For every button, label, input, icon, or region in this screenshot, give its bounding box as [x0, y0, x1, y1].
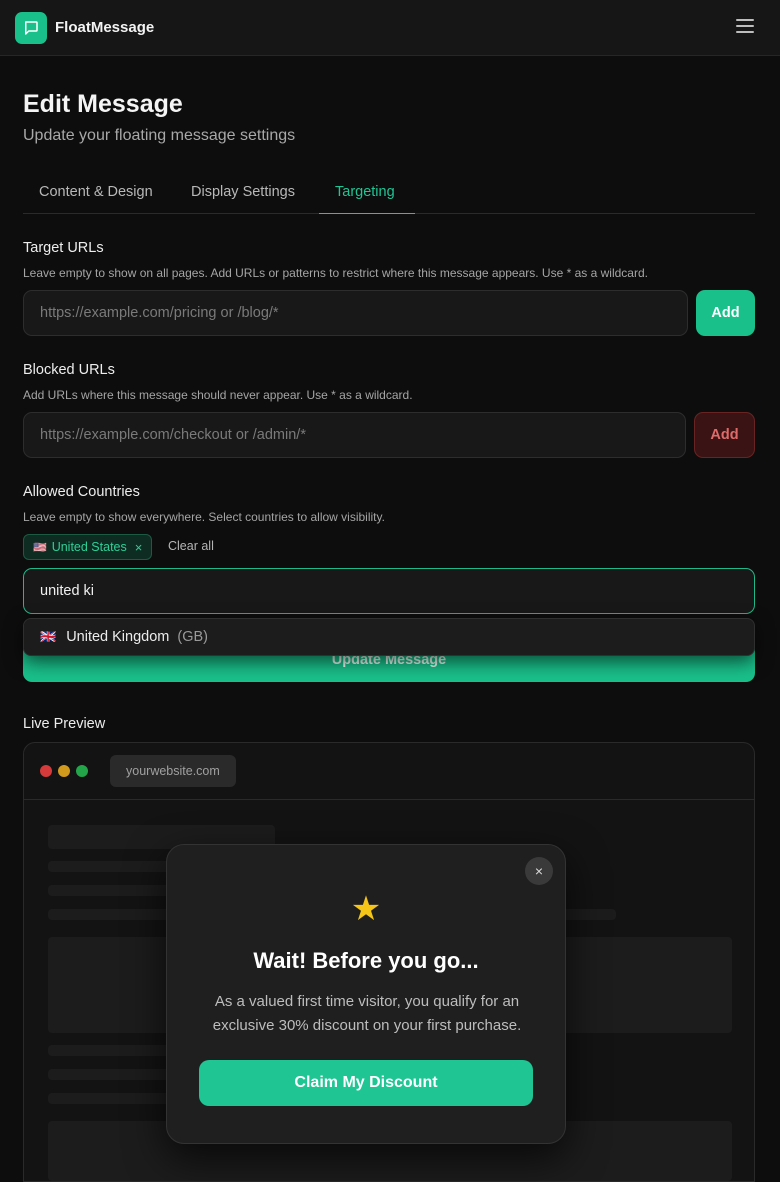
- exit-intent-popup: × ★ Wait! Before you go... As a valued f…: [166, 844, 566, 1144]
- add-target-url-button[interactable]: Add: [696, 290, 755, 336]
- allowed-countries-help: Leave empty to show everywhere. Select c…: [23, 510, 385, 524]
- tab-bar: Content & Design Display Settings Target…: [23, 170, 755, 214]
- url-bar: yourwebsite.com: [110, 755, 236, 787]
- blocked-urls-help: Add URLs where this message should never…: [23, 388, 413, 402]
- tab-content-design[interactable]: Content & Design: [23, 170, 169, 214]
- add-blocked-url-button[interactable]: Add: [694, 412, 755, 458]
- country-chip-label: United States: [51, 540, 127, 554]
- hamburger-menu-icon[interactable]: [736, 19, 754, 35]
- tab-targeting[interactable]: Targeting: [319, 170, 415, 214]
- popup-title: Wait! Before you go...: [253, 948, 479, 973]
- suggestion-code: (GB): [177, 629, 208, 645]
- page-title: Edit Message: [23, 90, 183, 118]
- window-close-dot: [40, 765, 52, 777]
- us-flag-icon: 🇺🇸: [33, 541, 47, 554]
- clear-all-button[interactable]: Clear all: [168, 539, 214, 553]
- window-maximize-dot: [76, 765, 88, 777]
- blocked-urls-label: Blocked URLs: [23, 362, 115, 378]
- country-search-input[interactable]: [23, 568, 755, 614]
- suggestion-name: United Kingdom: [66, 629, 170, 645]
- popup-text: As a valued first time visitor, you qual…: [212, 993, 522, 1034]
- blocked-url-input[interactable]: [23, 412, 686, 458]
- country-chip-united-states: 🇺🇸 United States ×: [23, 534, 153, 560]
- remove-chip-icon[interactable]: ×: [135, 540, 143, 555]
- country-suggestion-united-kingdom[interactable]: 🇬🇧 United Kingdom (GB): [23, 618, 755, 656]
- browser-bar: yourwebsite.com: [24, 743, 754, 800]
- tab-display-settings[interactable]: Display Settings: [175, 170, 311, 214]
- target-url-input[interactable]: [23, 290, 688, 336]
- live-preview-label: Live Preview: [23, 716, 106, 732]
- claim-discount-button[interactable]: Claim My Discount: [199, 1060, 533, 1106]
- top-bar: FloatMessage: [0, 0, 780, 56]
- window-minimize-dot: [58, 765, 70, 777]
- uk-flag-icon: 🇬🇧: [40, 629, 57, 644]
- star-icon: ★: [350, 890, 382, 928]
- target-urls-label: Target URLs: [23, 240, 104, 256]
- app-name: FloatMessage: [55, 19, 155, 36]
- target-urls-help: Leave empty to show on all pages. Add UR…: [23, 266, 648, 280]
- chat-bubble-icon: [15, 11, 47, 44]
- page-subtitle: Update your floating message settings: [23, 127, 296, 144]
- allowed-countries-label: Allowed Countries: [23, 484, 140, 500]
- close-icon[interactable]: ×: [525, 857, 553, 885]
